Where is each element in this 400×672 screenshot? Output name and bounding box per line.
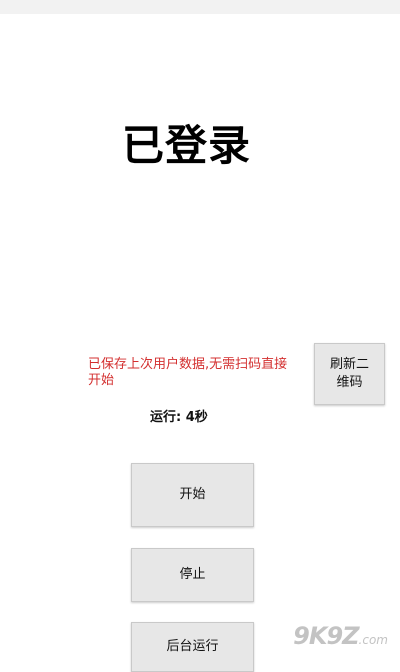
start-button[interactable]: 开始 — [131, 463, 254, 527]
app-screen: 已登录 已保存上次用户数据,无需扫码直接开始 刷新二 维码 运行: 4秒 开始 … — [0, 14, 400, 672]
login-status-title: 已登录 — [122, 121, 252, 170]
runtime-label: 运行: — [150, 410, 182, 425]
runtime-status: 运行: 4秒 — [150, 410, 208, 426]
refresh-qr-code-button[interactable]: 刷新二 维码 — [314, 343, 385, 405]
saved-user-data-message: 已保存上次用户数据,无需扫码直接开始 — [88, 357, 288, 388]
runtime-value: 4秒 — [185, 410, 208, 425]
stop-button[interactable]: 停止 — [131, 548, 254, 602]
status-bar — [0, 0, 400, 14]
background-run-button[interactable]: 后台运行 — [131, 622, 254, 672]
